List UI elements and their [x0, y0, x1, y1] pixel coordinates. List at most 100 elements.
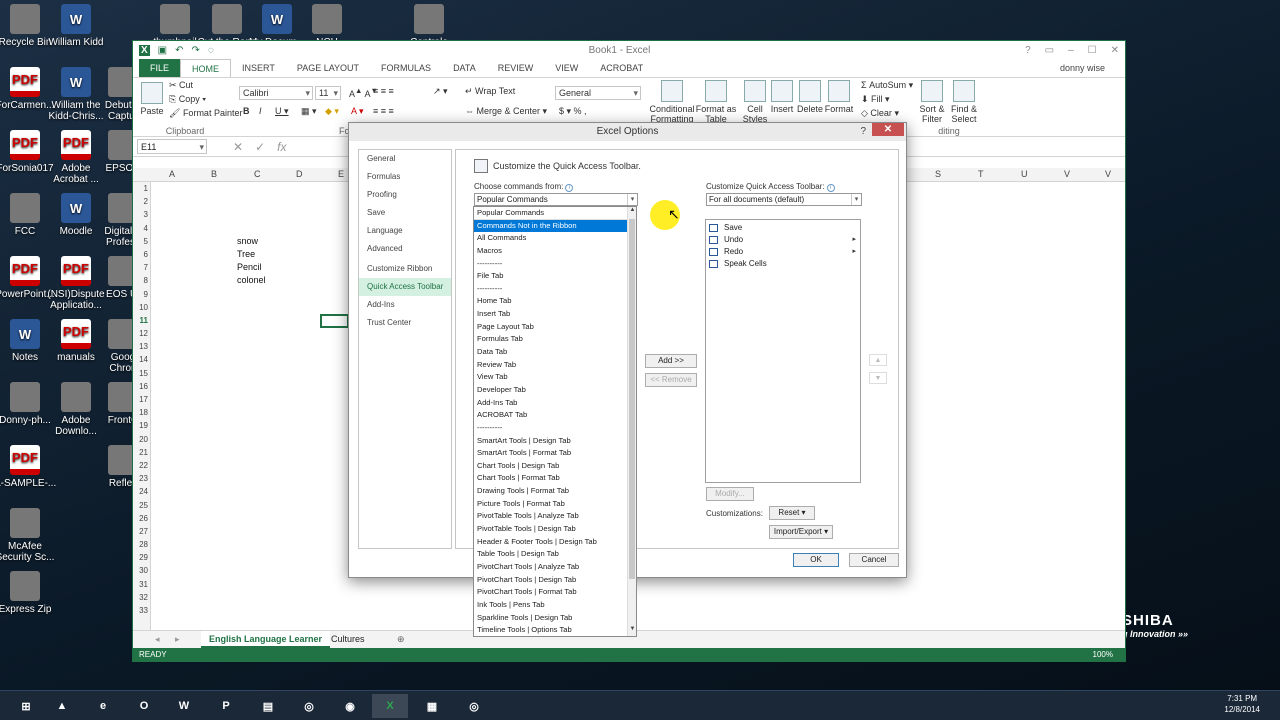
dropdown-option[interactable]: ---------- — [474, 258, 636, 271]
row-header[interactable]: 2 — [133, 195, 150, 208]
dropdown-option[interactable]: ---------- — [474, 422, 636, 435]
dropdown-option[interactable]: Developer Tab — [474, 384, 636, 397]
row-header[interactable]: 20 — [133, 433, 150, 446]
sheet-scroll-right-icon[interactable]: ▸ — [167, 631, 188, 648]
row-header[interactable]: 31 — [133, 578, 150, 591]
add-button[interactable]: Add >> — [645, 354, 697, 368]
scroll-down-icon[interactable]: ▼ — [628, 626, 636, 636]
dropdown-option[interactable]: ACROBAT Tab — [474, 409, 636, 422]
sheet-tab-cultures[interactable]: Cultures — [323, 631, 373, 648]
ribbon-tab-formulas[interactable]: FORMULAS — [370, 59, 442, 77]
delete-cells-button[interactable]: Delete — [795, 80, 825, 114]
choose-commands-combo[interactable]: Popular Commands ▾ — [474, 193, 638, 206]
system-clock[interactable]: 7:31 PM 12/8/2014 — [1224, 693, 1260, 715]
qat-list-item[interactable]: Save — [706, 222, 860, 234]
column-header[interactable]: U — [1021, 169, 1028, 179]
dropdown-option[interactable]: Review Tab — [474, 359, 636, 372]
move-up-icon[interactable]: ▲ — [869, 354, 887, 366]
row-header[interactable]: 10 — [133, 301, 150, 314]
dropdown-option[interactable]: Formulas Tab — [474, 333, 636, 346]
format-cells-button[interactable]: Format — [823, 80, 855, 114]
wrap-text-button[interactable]: ↵ Wrap Text — [465, 86, 515, 97]
nav-item-advanced[interactable]: Advanced — [359, 240, 451, 258]
row-header[interactable]: 33 — [133, 604, 150, 617]
insert-function-icon[interactable]: fx — [277, 140, 286, 154]
cut-button[interactable]: ✂ Cut — [169, 80, 193, 91]
dropdown-option[interactable]: SmartArt Tools | Design Tab — [474, 435, 636, 448]
dialog-close-icon[interactable]: ✕ — [872, 123, 904, 136]
column-header[interactable]: T — [978, 169, 984, 179]
row-header[interactable]: 24 — [133, 485, 150, 498]
conditional-formatting-button[interactable]: Conditional Formatting — [649, 80, 695, 124]
app-icon[interactable]: ◎ — [456, 694, 492, 718]
cell-c5[interactable]: snow — [237, 236, 258, 246]
row-header[interactable]: 18 — [133, 406, 150, 419]
desktop-icon[interactable]: Express Zip — [0, 571, 56, 615]
row-header[interactable]: 27 — [133, 525, 150, 538]
dropdown-option[interactable]: Home Tab — [474, 295, 636, 308]
confirm-entry-icon[interactable]: ✓ — [255, 140, 265, 154]
row-header[interactable]: 28 — [133, 538, 150, 551]
qat-commands-list[interactable]: Save Undo ▸ Redo ▸ Speak Cells — [705, 219, 861, 483]
dropdown-option[interactable]: PivotChart Tools | Design Tab — [474, 574, 636, 587]
scroll-thumb[interactable] — [629, 219, 635, 579]
fill-button[interactable]: ⬇ Fill ▾ — [861, 94, 890, 105]
row-header[interactable]: 17 — [133, 393, 150, 406]
dropdown-option[interactable]: Data Tab — [474, 346, 636, 359]
close-icon[interactable]: ✕ — [1111, 45, 1119, 56]
column-header[interactable]: B — [211, 169, 217, 179]
choose-commands-dropdown-list[interactable]: Popular Commands Commands Not in the Ribb… — [473, 206, 637, 637]
row-header[interactable]: 30 — [133, 564, 150, 577]
row-header[interactable]: 3 — [133, 208, 150, 221]
row-header[interactable]: 6 — [133, 248, 150, 261]
modify-button[interactable]: Modify... — [706, 487, 754, 501]
row-header[interactable]: 19 — [133, 419, 150, 432]
column-header[interactable]: V — [1105, 169, 1111, 179]
row-header[interactable]: 32 — [133, 591, 150, 604]
accounting-format-icon[interactable]: $ ▾ % , — [559, 106, 587, 117]
dropdown-option[interactable]: Add-Ins Tab — [474, 397, 636, 410]
underline-button[interactable]: U ▾ — [275, 106, 289, 117]
qat-list-item[interactable]: Speak Cells — [706, 258, 860, 270]
clear-button[interactable]: ◇ Clear ▾ — [861, 108, 899, 119]
fill-color-icon[interactable]: ◆ ▾ — [325, 106, 339, 117]
row-header[interactable]: 4 — [133, 222, 150, 235]
bold-button[interactable]: B — [243, 106, 250, 116]
cancel-button[interactable]: Cancel — [849, 553, 899, 567]
excel-icon[interactable]: X — [372, 694, 408, 718]
minimize-icon[interactable]: – — [1068, 45, 1074, 56]
column-header[interactable]: C — [254, 169, 261, 179]
import-export-button[interactable]: Import/Export ▾ — [769, 525, 833, 539]
insert-cells-button[interactable]: Insert — [767, 80, 797, 114]
cell-c7[interactable]: Pencil — [237, 262, 262, 272]
column-header[interactable]: V — [1064, 169, 1070, 179]
nav-item-trust-center[interactable]: Trust Center — [359, 314, 451, 332]
format-as-table-button[interactable]: Format as Table — [695, 80, 737, 124]
google-drive-icon[interactable]: ▲ — [44, 694, 80, 718]
row-header[interactable]: 8 — [133, 274, 150, 287]
powerpoint-icon[interactable]: P — [208, 694, 244, 718]
remove-button[interactable]: << Remove — [645, 373, 697, 387]
dropdown-option[interactable]: Insert Tab — [474, 308, 636, 321]
dropdown-option[interactable]: SmartArt Tools | Format Tab — [474, 447, 636, 460]
dropdown-scrollbar[interactable]: ▲ ▼ — [627, 207, 636, 636]
orientation-icon[interactable]: ↗ ▾ — [433, 86, 448, 97]
row-header[interactable]: 14 — [133, 353, 150, 366]
ribbon-tab-file[interactable]: FILE — [139, 59, 181, 77]
dropdown-option[interactable]: Commands Not in the Ribbon — [474, 219, 636, 233]
sheet-scroll-left-icon[interactable]: ◂ — [147, 631, 168, 648]
dropdown-option[interactable]: Drawing Tools | Format Tab — [474, 485, 636, 498]
app-icon[interactable]: ◎ — [291, 694, 327, 718]
row-header[interactable]: 11 — [133, 314, 150, 327]
row-header[interactable]: 22 — [133, 459, 150, 472]
redo-icon[interactable]: ↷ — [192, 45, 200, 56]
file-explorer-icon[interactable]: ▤ — [250, 694, 286, 718]
ok-button[interactable]: OK — [793, 553, 839, 567]
sort-filter-button[interactable]: Sort & Filter — [917, 80, 947, 124]
merge-center-button[interactable]: ⇔ Merge & Center ▾ — [465, 106, 547, 117]
dropdown-option[interactable]: Ink Tools | Pens Tab — [474, 599, 636, 612]
nav-item-language[interactable]: Language — [359, 222, 451, 240]
row-header[interactable]: 9 — [133, 288, 150, 301]
dropdown-option[interactable]: File Tab — [474, 270, 636, 283]
customize-qat-combo[interactable]: For all documents (default) ▾ — [706, 193, 862, 206]
